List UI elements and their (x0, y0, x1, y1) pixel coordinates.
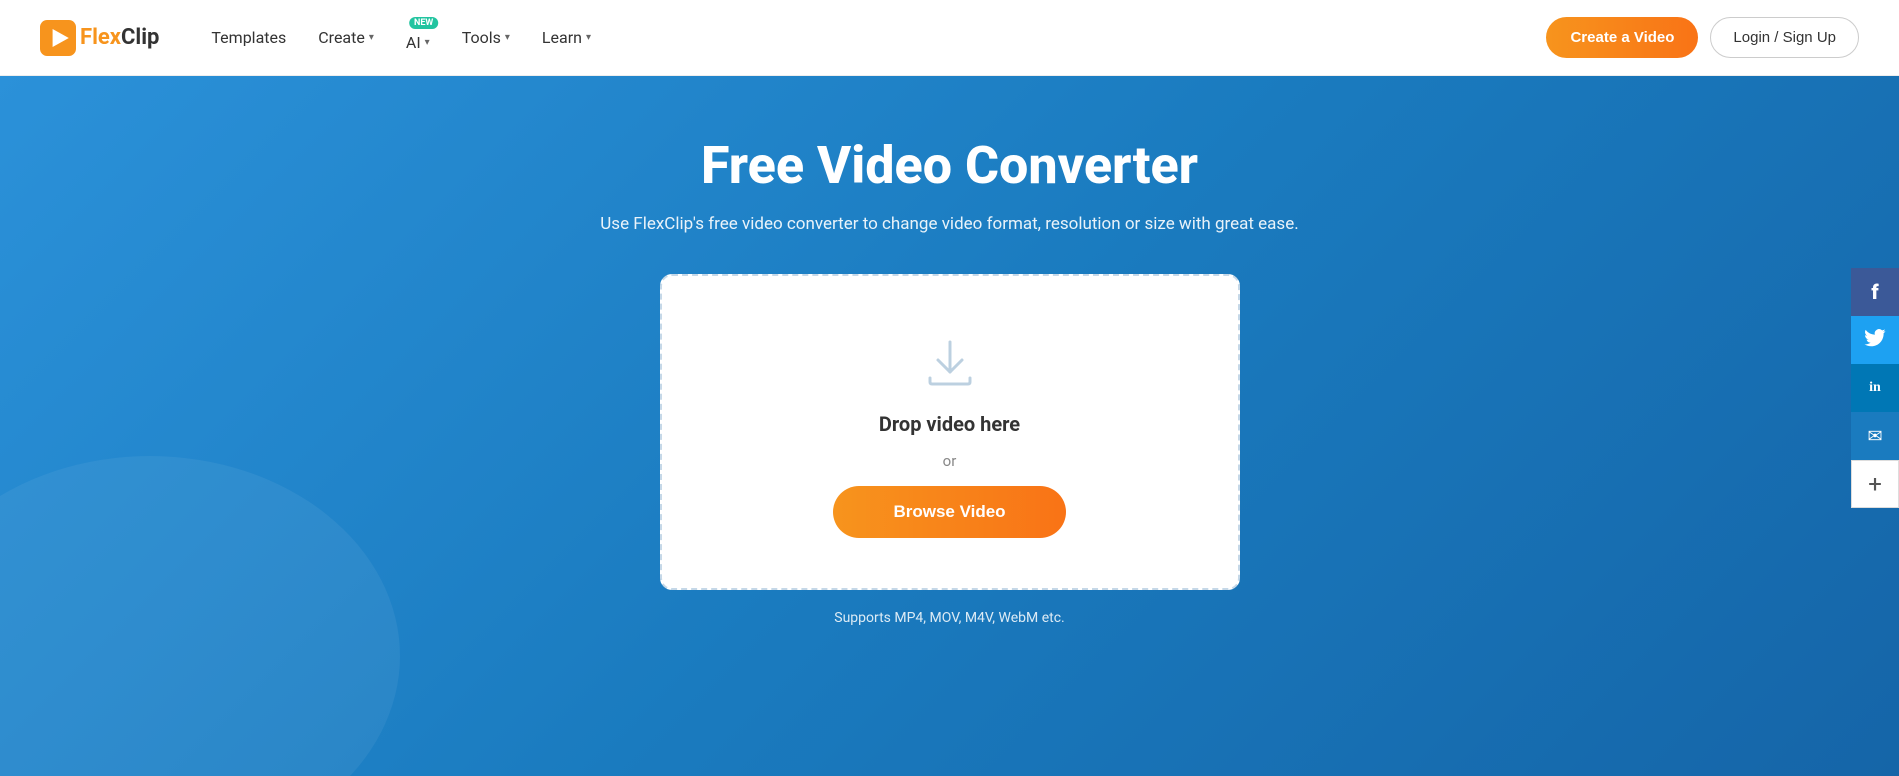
hero-section: Free Video Converter Use FlexClip's free… (0, 76, 1899, 776)
navbar: FlexClip Templates Create ▾ NEW AI ▾ Too… (0, 0, 1899, 76)
drop-zone[interactable]: Drop video here or Browse Video (660, 274, 1240, 590)
nav-item-ai[interactable]: NEW AI ▾ (394, 15, 442, 60)
login-signup-button[interactable]: Login / Sign Up (1710, 17, 1859, 58)
nav-right: Create a Video Login / Sign Up (1546, 17, 1859, 58)
nav-item-tools-label: Tools (462, 28, 501, 47)
drop-or-text: or (943, 452, 957, 470)
twitter-icon (1864, 329, 1886, 352)
email-icon: ✉ (1867, 426, 1882, 447)
browse-video-button[interactable]: Browse Video (833, 486, 1065, 538)
drop-video-text: Drop video here (879, 412, 1020, 436)
new-badge: NEW (409, 17, 438, 29)
chevron-down-icon: ▾ (505, 32, 510, 43)
create-video-button[interactable]: Create a Video (1546, 17, 1698, 58)
logo-wordmark: FlexClip (80, 25, 159, 50)
nav-item-templates[interactable]: Templates (199, 20, 298, 55)
logo[interactable]: FlexClip (40, 20, 159, 56)
nav-item-templates-label: Templates (211, 28, 286, 47)
nav-item-tools[interactable]: Tools ▾ (450, 20, 522, 55)
chevron-down-icon: ▾ (586, 32, 591, 43)
linkedin-share-button[interactable]: in (1851, 364, 1899, 412)
twitter-share-button[interactable] (1851, 316, 1899, 364)
hero-subtitle: Use FlexClip's free video converter to c… (600, 214, 1298, 234)
plus-icon: + (1868, 470, 1882, 498)
linkedin-icon: in (1869, 380, 1881, 396)
chevron-down-icon: ▾ (369, 32, 374, 43)
chevron-down-icon: ▾ (425, 37, 430, 48)
hero-title: Free Video Converter (701, 136, 1198, 196)
nav-item-ai-label: AI (406, 33, 421, 52)
nav-item-learn[interactable]: Learn ▾ (530, 20, 603, 55)
social-sidebar: f in ✉ + (1851, 268, 1899, 508)
facebook-share-button[interactable]: f (1851, 268, 1899, 316)
nav-item-create[interactable]: Create ▾ (306, 20, 386, 55)
facebook-icon: f (1871, 280, 1878, 304)
supports-formats-text: Supports MP4, MOV, M4V, WebM etc. (834, 610, 1064, 626)
nav-item-learn-label: Learn (542, 28, 582, 47)
nav-item-create-label: Create (318, 28, 365, 47)
email-share-button[interactable]: ✉ (1851, 412, 1899, 460)
logo-icon (40, 20, 76, 56)
upload-icon (922, 336, 978, 396)
nav-menu: Templates Create ▾ NEW AI ▾ Tools ▾ Lear… (199, 15, 1546, 60)
more-share-button[interactable]: + (1851, 460, 1899, 508)
